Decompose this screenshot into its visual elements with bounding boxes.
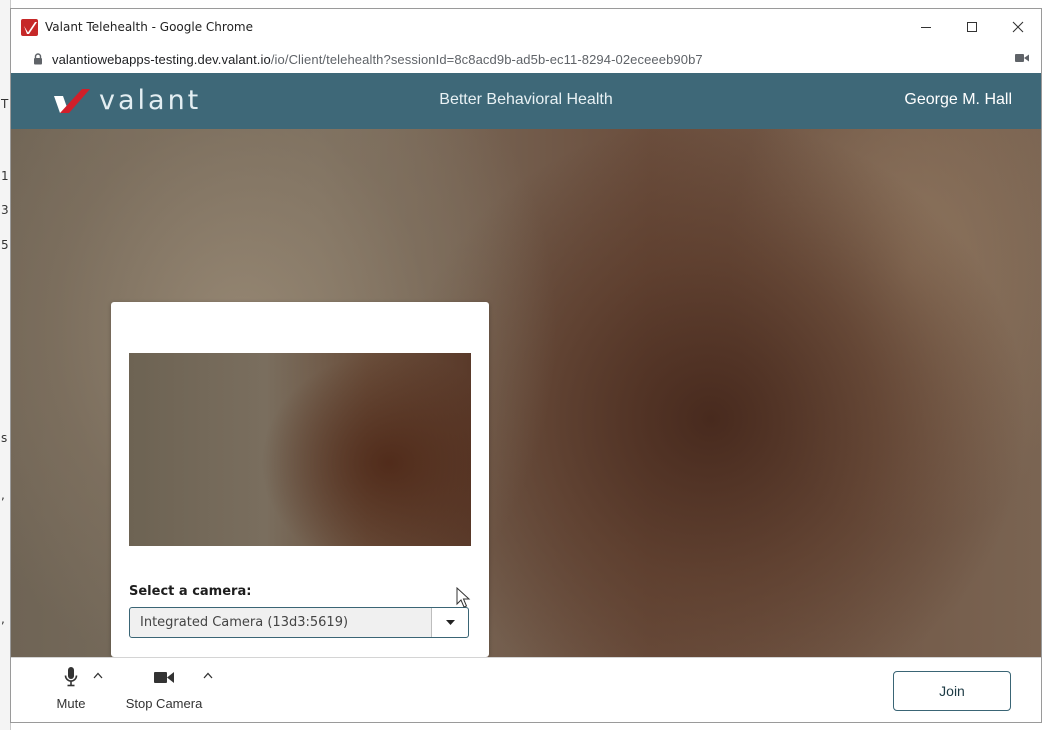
camera-preview <box>129 353 471 546</box>
stop-camera-label: Stop Camera <box>125 696 203 711</box>
camera-dropdown-button[interactable] <box>431 608 468 637</box>
practice-name: Better Behavioral Health <box>439 91 613 108</box>
camera-in-use-icon[interactable] <box>1015 53 1029 63</box>
mouse-pointer-icon <box>456 587 471 608</box>
minimize-icon <box>921 27 931 28</box>
camera-select[interactable]: Integrated Camera (13d3:5619) <box>129 607 469 638</box>
maximize-icon <box>967 22 977 32</box>
mute-label: Mute <box>56 696 86 711</box>
url-path: /io/Client/telehealth?sessionId=8c8acd9b… <box>270 51 703 67</box>
background-char: 1 <box>1 169 9 183</box>
url-text[interactable]: valantiowebapps-testing.dev.valant.io/io… <box>52 52 703 67</box>
user-name[interactable]: George M. Hall <box>904 91 1012 109</box>
camera-select-value: Integrated Camera (13d3:5619) <box>140 615 349 630</box>
window-title: Valant Telehealth - Google Chrome <box>45 20 253 34</box>
stop-camera-button[interactable]: Stop Camera <box>117 666 211 711</box>
mute-button[interactable]: Mute <box>49 666 93 711</box>
join-button[interactable]: Join <box>893 671 1011 711</box>
minimize-button[interactable] <box>903 9 949 45</box>
chevron-up-icon <box>93 672 103 679</box>
close-button[interactable] <box>995 9 1041 45</box>
url-host: valantiowebapps-testing.dev.valant.io <box>52 51 271 67</box>
chevron-up-icon <box>203 672 213 679</box>
app-header: valant Better Behavioral Health George M… <box>11 73 1041 129</box>
microphone-icon <box>64 667 78 687</box>
camera-options-button[interactable] <box>203 668 213 682</box>
background-char: T <box>1 97 9 111</box>
chevron-down-icon <box>445 619 455 625</box>
call-toolbar: Mute Stop Camera Join <box>11 657 1041 722</box>
window-controls <box>903 9 1041 45</box>
background-char: , <box>1 612 5 626</box>
camera-select-dialog: Select a camera: Integrated Camera (13d3… <box>111 302 489 657</box>
title-bar[interactable]: Valant Telehealth - Google Chrome <box>11 9 1041 45</box>
video-camera-icon <box>154 672 174 683</box>
background-char: s <box>1 431 8 445</box>
maximize-button[interactable] <box>949 9 995 45</box>
background-char: 5 <box>1 238 9 252</box>
address-bar[interactable]: valantiowebapps-testing.dev.valant.io/io… <box>11 45 1041 74</box>
browser-window: Valant Telehealth - Google Chrome valant… <box>10 8 1042 723</box>
mic-options-button[interactable] <box>93 668 103 682</box>
valant-app-icon <box>21 18 38 36</box>
close-icon <box>1012 21 1024 33</box>
background-char: , <box>1 488 5 502</box>
background-char: 3 <box>1 203 9 217</box>
select-camera-label: Select a camera: <box>129 584 252 599</box>
lock-icon[interactable] <box>33 53 43 65</box>
